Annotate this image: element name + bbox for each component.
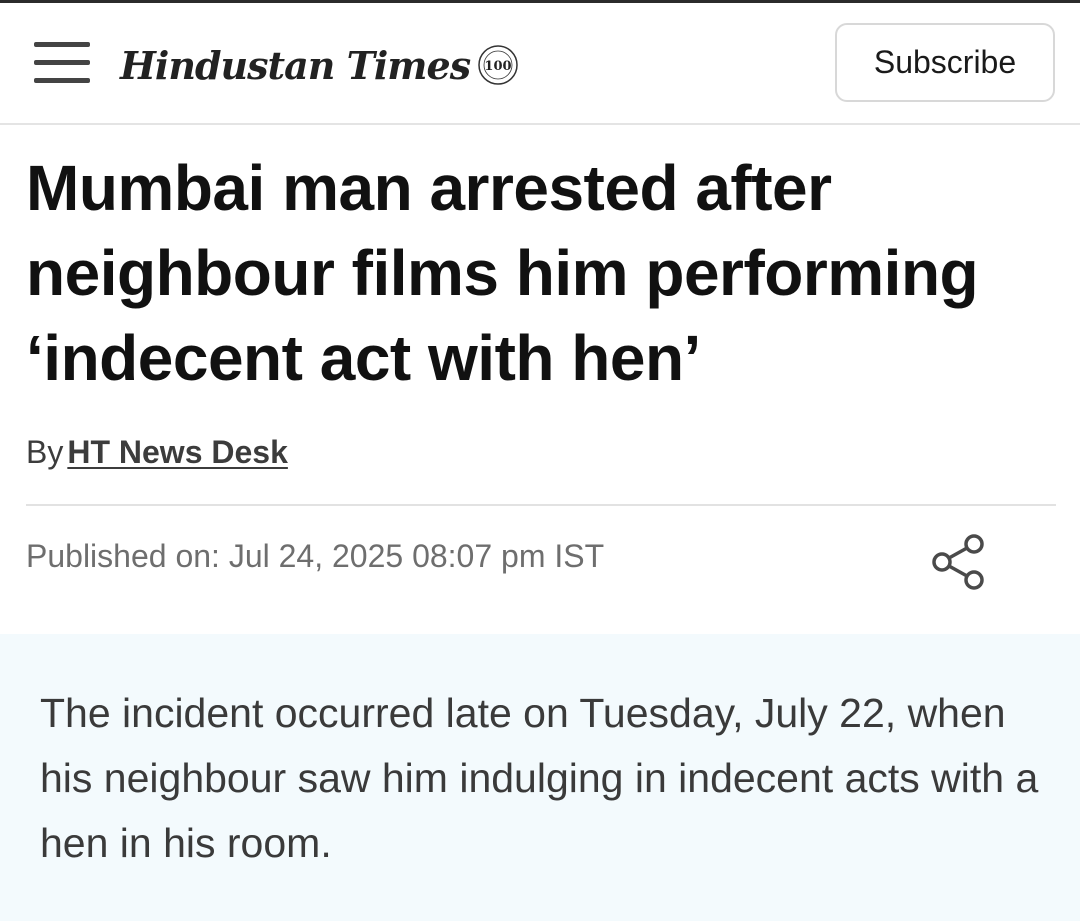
site-logo[interactable]: Hindustan Times 100 bbox=[120, 39, 520, 91]
badge-label: 100 bbox=[485, 59, 512, 74]
share-icon[interactable] bbox=[926, 530, 990, 594]
article-headline: Mumbai man arrested after neighbour film… bbox=[26, 152, 979, 394]
logo-wordmark: Hindustan Times bbox=[120, 42, 471, 88]
divider bbox=[26, 504, 1056, 506]
byline: By HT News Desk bbox=[26, 434, 288, 471]
subscribe-button[interactable]: Subscribe bbox=[835, 23, 1055, 102]
centenary-badge-icon: 100 bbox=[478, 45, 518, 85]
article-page: Hindustan Times 100 Subscribe Mumbai man… bbox=[0, 0, 1080, 921]
hamburger-menu-icon[interactable] bbox=[34, 40, 92, 86]
byline-prefix: By bbox=[26, 434, 64, 470]
author-link[interactable]: HT News Desk bbox=[67, 434, 288, 470]
article-summary: The incident occurred late on Tuesday, J… bbox=[40, 690, 1039, 866]
article-summary-box: The incident occurred late on Tuesday, J… bbox=[0, 634, 1080, 921]
published-date: Published on: Jul 24, 2025 08:07 pm IST bbox=[26, 538, 605, 574]
site-header: Hindustan Times 100 Subscribe bbox=[0, 3, 1080, 125]
